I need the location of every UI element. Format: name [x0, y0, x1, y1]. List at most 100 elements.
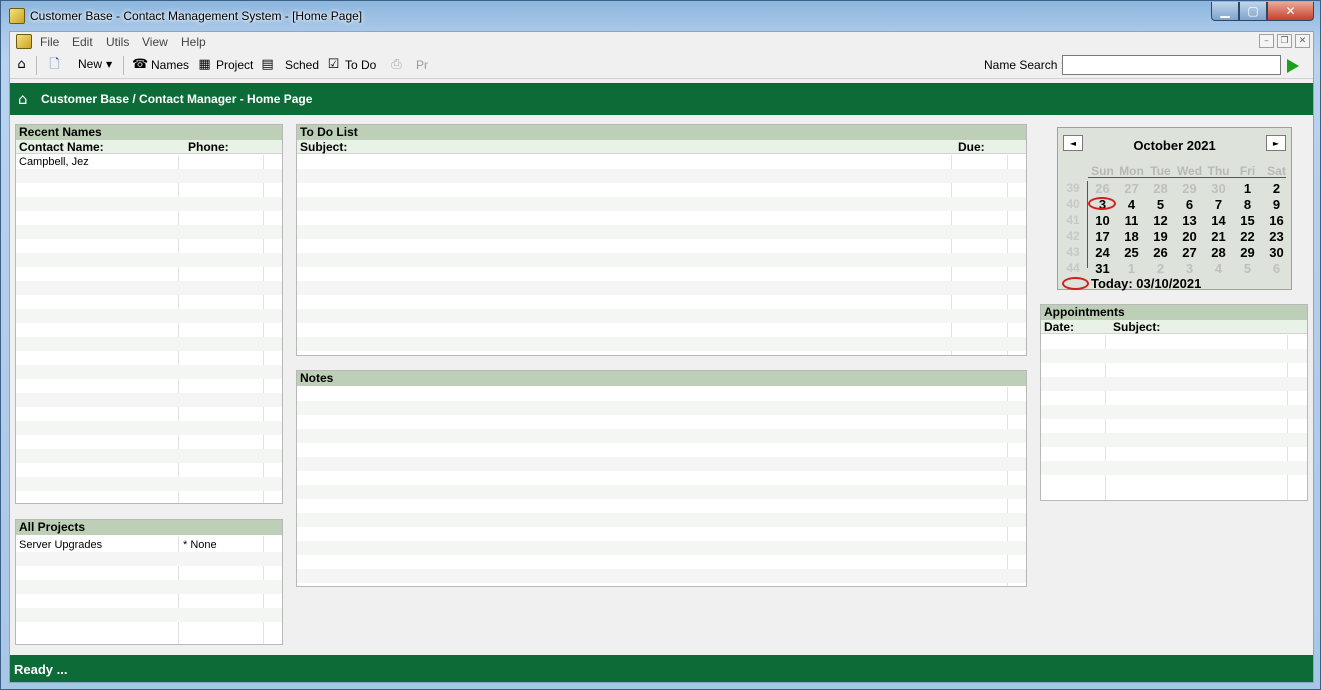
table-row[interactable]: [16, 379, 282, 393]
todo-button[interactable]: ☑ To Do: [326, 57, 377, 72]
title-bar[interactable]: Customer Base - Contact Management Syste…: [1, 1, 1320, 31]
table-row[interactable]: [16, 211, 282, 225]
calendar-day[interactable]: 30: [1262, 245, 1291, 260]
table-row[interactable]: Server Upgrades * None: [16, 538, 282, 552]
table-row[interactable]: [297, 253, 1026, 267]
print-button[interactable]: ⎙ Pr: [389, 57, 428, 72]
app-icon[interactable]: [9, 8, 25, 24]
sched-button[interactable]: ▤ Sched: [260, 57, 319, 72]
table-row[interactable]: [1041, 405, 1307, 419]
table-row[interactable]: [1041, 377, 1307, 391]
table-row[interactable]: [16, 552, 282, 566]
table-row[interactable]: [16, 351, 282, 365]
new-document-button[interactable]: 🗋: [47, 57, 62, 72]
menu-edit[interactable]: Edit: [72, 35, 93, 49]
table-row[interactable]: [297, 541, 1026, 555]
menu-help[interactable]: Help: [181, 35, 206, 49]
calendar-day[interactable]: 22: [1233, 229, 1262, 244]
document-icon[interactable]: [16, 34, 32, 49]
calendar-day[interactable]: 7: [1204, 197, 1233, 212]
calendar-day[interactable]: 3: [1175, 261, 1204, 276]
table-row[interactable]: [297, 429, 1026, 443]
table-row[interactable]: [297, 401, 1026, 415]
table-row[interactable]: [16, 393, 282, 407]
calendar-day[interactable]: 28: [1204, 245, 1233, 260]
table-row[interactable]: [16, 239, 282, 253]
table-row[interactable]: [16, 463, 282, 477]
calendar-day[interactable]: 26: [1146, 245, 1175, 260]
table-row[interactable]: [1041, 349, 1307, 363]
calendar-day[interactable]: 2: [1146, 261, 1175, 276]
calendar-day[interactable]: 2: [1262, 181, 1291, 196]
calendar-day[interactable]: 29: [1233, 245, 1262, 260]
calendar-next-button[interactable]: ►: [1266, 135, 1286, 151]
table-row[interactable]: [16, 281, 282, 295]
calendar-day[interactable]: 23: [1262, 229, 1291, 244]
calendar-day[interactable]: 8: [1233, 197, 1262, 212]
table-row[interactable]: [16, 477, 282, 491]
table-row[interactable]: [297, 281, 1026, 295]
table-row[interactable]: [297, 197, 1026, 211]
calendar-day[interactable]: 28: [1146, 181, 1175, 196]
calendar-day[interactable]: 29: [1175, 181, 1204, 196]
calendar-day[interactable]: 11: [1117, 213, 1146, 228]
project-button[interactable]: ▦ Project: [197, 57, 253, 72]
table-row[interactable]: [16, 608, 282, 622]
table-row[interactable]: [16, 253, 282, 267]
table-row[interactable]: [297, 169, 1026, 183]
minimize-button[interactable]: ▁: [1211, 2, 1239, 21]
calendar-month-label[interactable]: October 2021: [1058, 138, 1291, 153]
calendar-day[interactable]: 24: [1088, 245, 1117, 260]
table-row[interactable]: Campbell, Jez: [16, 155, 282, 169]
new-dropdown-button[interactable]: New ▼: [78, 57, 112, 71]
table-row[interactable]: [16, 337, 282, 351]
maximize-button[interactable]: ▢: [1239, 2, 1267, 21]
table-row[interactable]: [16, 323, 282, 337]
calendar-day[interactable]: 5: [1146, 197, 1175, 212]
calendar-day[interactable]: 6: [1175, 197, 1204, 212]
calendar-day[interactable]: 18: [1117, 229, 1146, 244]
calendar-day[interactable]: 16: [1262, 213, 1291, 228]
table-row[interactable]: [16, 407, 282, 421]
table-row[interactable]: [16, 421, 282, 435]
calendar-day[interactable]: 30: [1204, 181, 1233, 196]
menu-file[interactable]: File: [40, 35, 59, 49]
table-row[interactable]: [1041, 461, 1307, 475]
table-row[interactable]: [16, 169, 282, 183]
calendar-day[interactable]: 12: [1146, 213, 1175, 228]
calendar-day[interactable]: 27: [1175, 245, 1204, 260]
table-row[interactable]: [16, 267, 282, 281]
calendar-day[interactable]: 21: [1204, 229, 1233, 244]
month-calendar[interactable]: ◄ October 2021 ► Sun Mon Tue Wed Thu Fri…: [1057, 127, 1292, 291]
calendar-day[interactable]: 19: [1146, 229, 1175, 244]
table-row[interactable]: [297, 513, 1026, 527]
menu-view[interactable]: View: [142, 35, 168, 49]
calendar-day[interactable]: 1: [1117, 261, 1146, 276]
table-row[interactable]: [16, 197, 282, 211]
table-row[interactable]: [16, 491, 282, 505]
calendar-day[interactable]: 5: [1233, 261, 1262, 276]
calendar-day[interactable]: 13: [1175, 213, 1204, 228]
table-row[interactable]: [297, 337, 1026, 351]
table-row[interactable]: [16, 295, 282, 309]
calendar-day[interactable]: 1: [1233, 181, 1262, 196]
calendar-day[interactable]: 6: [1262, 261, 1291, 276]
table-row[interactable]: [297, 457, 1026, 471]
mdi-minimize-button[interactable]: –: [1259, 34, 1274, 48]
calendar-day[interactable]: 31: [1088, 261, 1117, 276]
mdi-close-button[interactable]: ✕: [1295, 34, 1310, 48]
table-row[interactable]: [297, 569, 1026, 583]
calendar-day[interactable]: 15: [1233, 213, 1262, 228]
home-button[interactable]: ⌂: [14, 57, 29, 72]
calendar-day[interactable]: 9: [1262, 197, 1291, 212]
table-row[interactable]: [16, 225, 282, 239]
table-row[interactable]: [1041, 433, 1307, 447]
table-row[interactable]: [16, 566, 282, 580]
table-row[interactable]: [16, 435, 282, 449]
table-row[interactable]: [297, 309, 1026, 323]
table-row[interactable]: [16, 622, 282, 636]
table-row[interactable]: [16, 365, 282, 379]
calendar-day[interactable]: 26: [1088, 181, 1117, 196]
names-button[interactable]: ☎ Names: [132, 57, 189, 72]
calendar-day[interactable]: 10: [1088, 213, 1117, 228]
